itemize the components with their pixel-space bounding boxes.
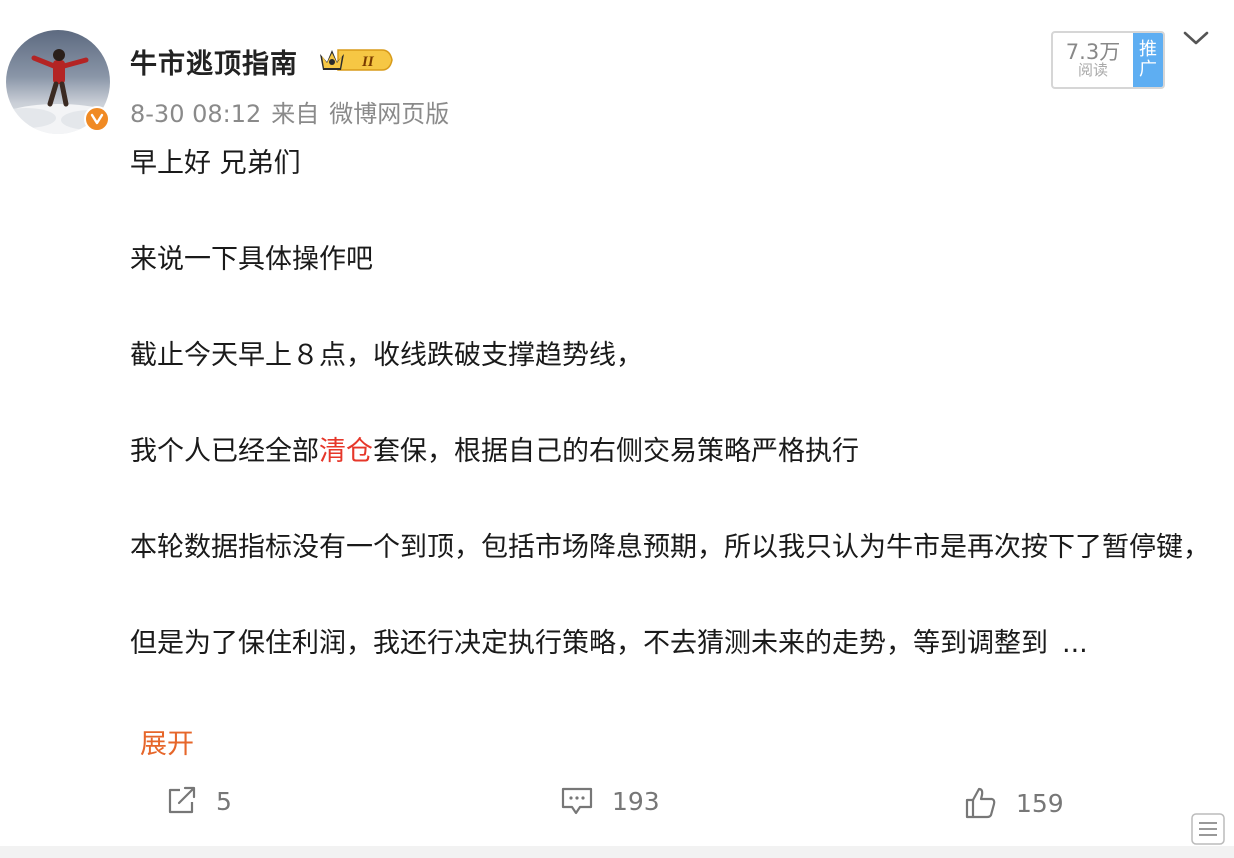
like-button[interactable]: 159 [964, 786, 1064, 820]
avatar[interactable] [6, 30, 110, 134]
share-count: 5 [216, 786, 232, 816]
expand-link[interactable]: 展开 [140, 722, 194, 761]
like-count: 159 [1016, 788, 1064, 818]
paragraph-text: 我个人已经全部 [130, 436, 319, 467]
paragraph: 截止今天早上８点，收线跌破支撑趋势线， [130, 340, 643, 371]
paragraph: 我个人已经全部清仓套保，根据自己的右侧交易策略严格执行 [130, 428, 1220, 476]
username[interactable]: 牛市逃顶指南 [130, 42, 298, 81]
share-button[interactable]: 5 [166, 786, 232, 816]
comment-count: 193 [612, 786, 660, 816]
paragraph: 来说一下具体操作吧 [130, 244, 373, 275]
promote-label-2: 广 [1139, 59, 1157, 80]
chevron-down-icon[interactable] [1182, 28, 1210, 48]
vip-level-text: II [361, 54, 375, 70]
comment-icon [561, 787, 593, 815]
read-count-box[interactable]: 7.3万 阅读 推 广 [1051, 31, 1165, 89]
bottom-divider [0, 846, 1234, 858]
verified-icon [84, 106, 110, 132]
comment-button[interactable]: 193 [560, 786, 660, 816]
post-meta: 8-30 08:12 来自 微博网页版 [130, 94, 459, 129]
post-source[interactable]: 微博网页版 [329, 100, 449, 128]
promote-label-1: 推 [1139, 39, 1157, 61]
paragraph: 本轮数据指标没有一个到顶，包括市场降息预期，所以我只认为牛市是再次按下了暂停键， [130, 532, 1210, 563]
list-icon[interactable] [1190, 812, 1226, 846]
read-count-number: 7.3万 [1065, 40, 1121, 65]
share-icon [168, 786, 196, 814]
thumbs-up-icon [965, 787, 996, 819]
post-time[interactable]: 8-30 08:12 [130, 100, 261, 128]
highlight-keyword[interactable]: 清仓 [319, 436, 373, 467]
ellipsis: ... [1062, 628, 1088, 659]
read-count: 7.3万 阅读 [1053, 33, 1133, 87]
weibo-post-card: 牛市逃顶指南 II 8-30 08:12 来自 微博网页版 7.3万 阅读 推 广 [0, 0, 1234, 858]
paragraph: 但是为了保住利润，我还行决定执行策略，不去猜测未来的走势，等到调整到... [130, 620, 1220, 668]
promote-button[interactable]: 推 广 [1133, 33, 1163, 87]
paragraph-text: 但是为了保住利润，我还行决定执行策略，不去猜测未来的走势，等到调整到 [130, 628, 1048, 659]
read-count-label: 阅读 [1077, 61, 1108, 80]
vip-crown-badge[interactable]: II [318, 44, 394, 80]
post-content: 早上好 兄弟们 来说一下具体操作吧 截止今天早上８点，收线跌破支撑趋势线， 我个… [130, 140, 1220, 668]
paragraph-text: 套保，根据自己的右侧交易策略严格执行 [373, 436, 859, 467]
source-prefix: 来自 [271, 100, 320, 128]
paragraph: 早上好 兄弟们 [130, 148, 301, 179]
